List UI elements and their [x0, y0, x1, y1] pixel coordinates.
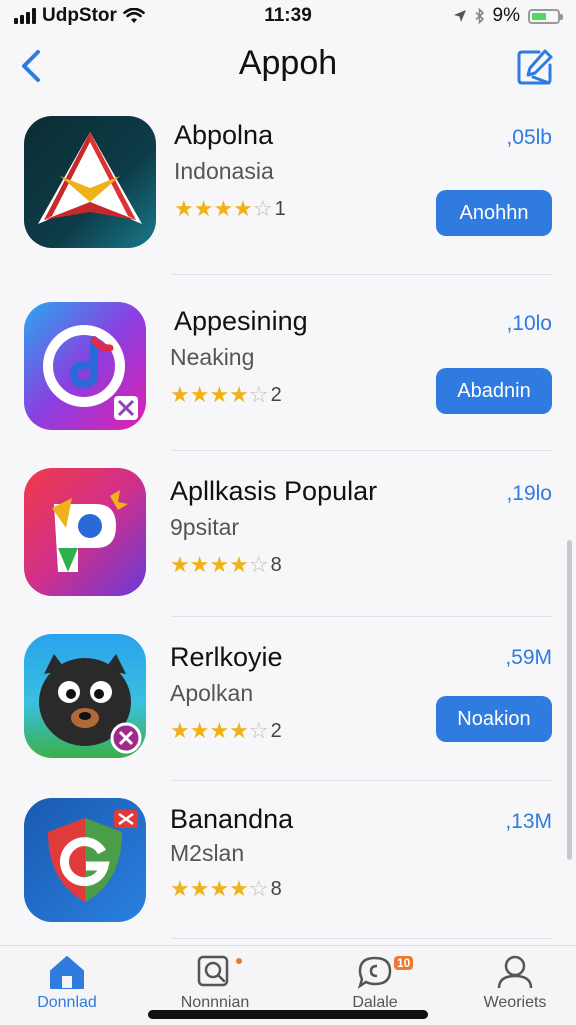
- location-arrow-icon: [453, 10, 466, 22]
- battery-icon: [528, 8, 563, 24]
- star-icon: ★★★★: [170, 382, 249, 407]
- star-empty-icon: ☆: [252, 196, 273, 221]
- list-item[interactable]: Abpolna Indonasia ★★★★ ☆ 1 ,05lb Anohhn: [0, 102, 576, 270]
- star-rating: ★★★★ ☆ 2: [170, 718, 282, 744]
- app-icon-music-note: [24, 302, 146, 430]
- app-size: ,13M: [505, 810, 552, 833]
- search-icon: [197, 955, 229, 987]
- app-icon-arrowhead: [24, 116, 156, 248]
- star-empty-icon: ☆: [248, 718, 269, 743]
- cellular-signal-icon: [14, 8, 36, 24]
- list-item[interactable]: Rerlkoyie Apolkan ★★★★ ☆ 2 ,59M Noakion: [0, 624, 576, 792]
- scrollbar[interactable]: [567, 540, 572, 860]
- compose-icon: [517, 49, 553, 85]
- app-size: ,05lb: [506, 126, 552, 149]
- star-icon: ★★★★: [170, 718, 249, 743]
- star-rating: ★★★★ ☆ 8: [170, 552, 282, 578]
- compose-button[interactable]: [512, 44, 558, 90]
- app-size: ,19lo: [506, 482, 552, 505]
- star-empty-icon: ☆: [248, 382, 269, 407]
- app-name: Abpolna: [174, 120, 274, 150]
- status-right: 9%: [453, 5, 576, 27]
- list-item[interactable]: Apllkasis Popular 9psitar ★★★★ ☆ 8 ,19lo: [0, 458, 576, 626]
- person-icon: [497, 955, 533, 989]
- list-item[interactable]: Banandna M2slan ★★★★ ☆ 8 ,13M: [0, 790, 576, 958]
- rating-count: 8: [270, 877, 282, 900]
- star-rating: ★★★★ ☆ 2: [170, 382, 282, 408]
- tab-home[interactable]: Donnlad: [12, 954, 122, 1012]
- status-left: UdpStor: [0, 5, 145, 27]
- battery-percent: 9%: [492, 5, 520, 26]
- app-size: ,10lo: [506, 312, 552, 335]
- list-item[interactable]: Appesining Neaking ★★★★ ☆ 2 ,10lo Abadnin: [0, 292, 576, 460]
- star-empty-icon: ☆: [248, 876, 269, 901]
- star-empty-icon: ☆: [248, 552, 269, 577]
- star-icon: ★★★★: [174, 196, 253, 221]
- tab-search[interactable]: Nonnnian: [160, 954, 270, 1012]
- tab-label: Donnlad: [37, 994, 97, 1011]
- app-action-button[interactable]: Noakion: [436, 696, 552, 742]
- tab-profile[interactable]: Weoriets: [460, 954, 570, 1012]
- chat-icon: [357, 956, 392, 989]
- divider: [172, 616, 552, 617]
- app-subtitle: 9psitar: [170, 514, 240, 540]
- star-icon: ★★★★: [170, 552, 249, 577]
- divider: [172, 450, 552, 451]
- app-subtitle: Apolkan: [170, 680, 254, 706]
- app-size: ,59M: [505, 646, 552, 669]
- star-icon: ★★★★: [170, 876, 249, 901]
- home-icon: [50, 956, 84, 989]
- app-action-button[interactable]: Abadnin: [436, 368, 552, 414]
- app-icon-cartoon-bear: [24, 634, 146, 758]
- app-icon-shield-g: [24, 798, 146, 922]
- home-indicator[interactable]: [148, 1010, 428, 1019]
- star-rating: ★★★★ ☆ 1: [174, 196, 286, 222]
- app-icon-letter-p: [24, 468, 146, 596]
- wifi-icon: [123, 8, 145, 23]
- divider: [172, 938, 552, 939]
- divider: [172, 780, 552, 781]
- page-title: Appoh: [238, 44, 338, 82]
- navigation-bar: Appoh: [0, 32, 576, 102]
- app-name: Appesining: [174, 306, 308, 336]
- app-action-button[interactable]: Anohhn: [436, 190, 552, 236]
- carrier-name: UdpStor: [42, 5, 117, 26]
- app-subtitle: Neaking: [170, 344, 255, 370]
- divider: [172, 274, 552, 275]
- app-name: Banandna: [170, 804, 294, 834]
- app-name: Apllkasis Popular: [170, 476, 378, 506]
- app-name: Rerlkoyie: [170, 642, 283, 672]
- rating-count: 1: [274, 197, 286, 220]
- app-subtitle: Indonasia: [174, 158, 274, 184]
- tab-label: Weoriets: [483, 994, 547, 1011]
- app-subtitle: M2slan: [170, 840, 245, 866]
- notification-badge: 10: [394, 956, 414, 970]
- rating-count: 8: [270, 553, 282, 576]
- rating-count: 2: [270, 719, 282, 742]
- rating-count: 2: [270, 383, 282, 406]
- bluetooth-icon: [474, 8, 484, 24]
- tab-chat[interactable]: 10 Dalale: [320, 954, 430, 1012]
- notification-dot: [236, 958, 242, 964]
- star-rating: ★★★★ ☆ 8: [170, 876, 282, 902]
- status-bar: UdpStor 11:39 9%: [0, 0, 576, 32]
